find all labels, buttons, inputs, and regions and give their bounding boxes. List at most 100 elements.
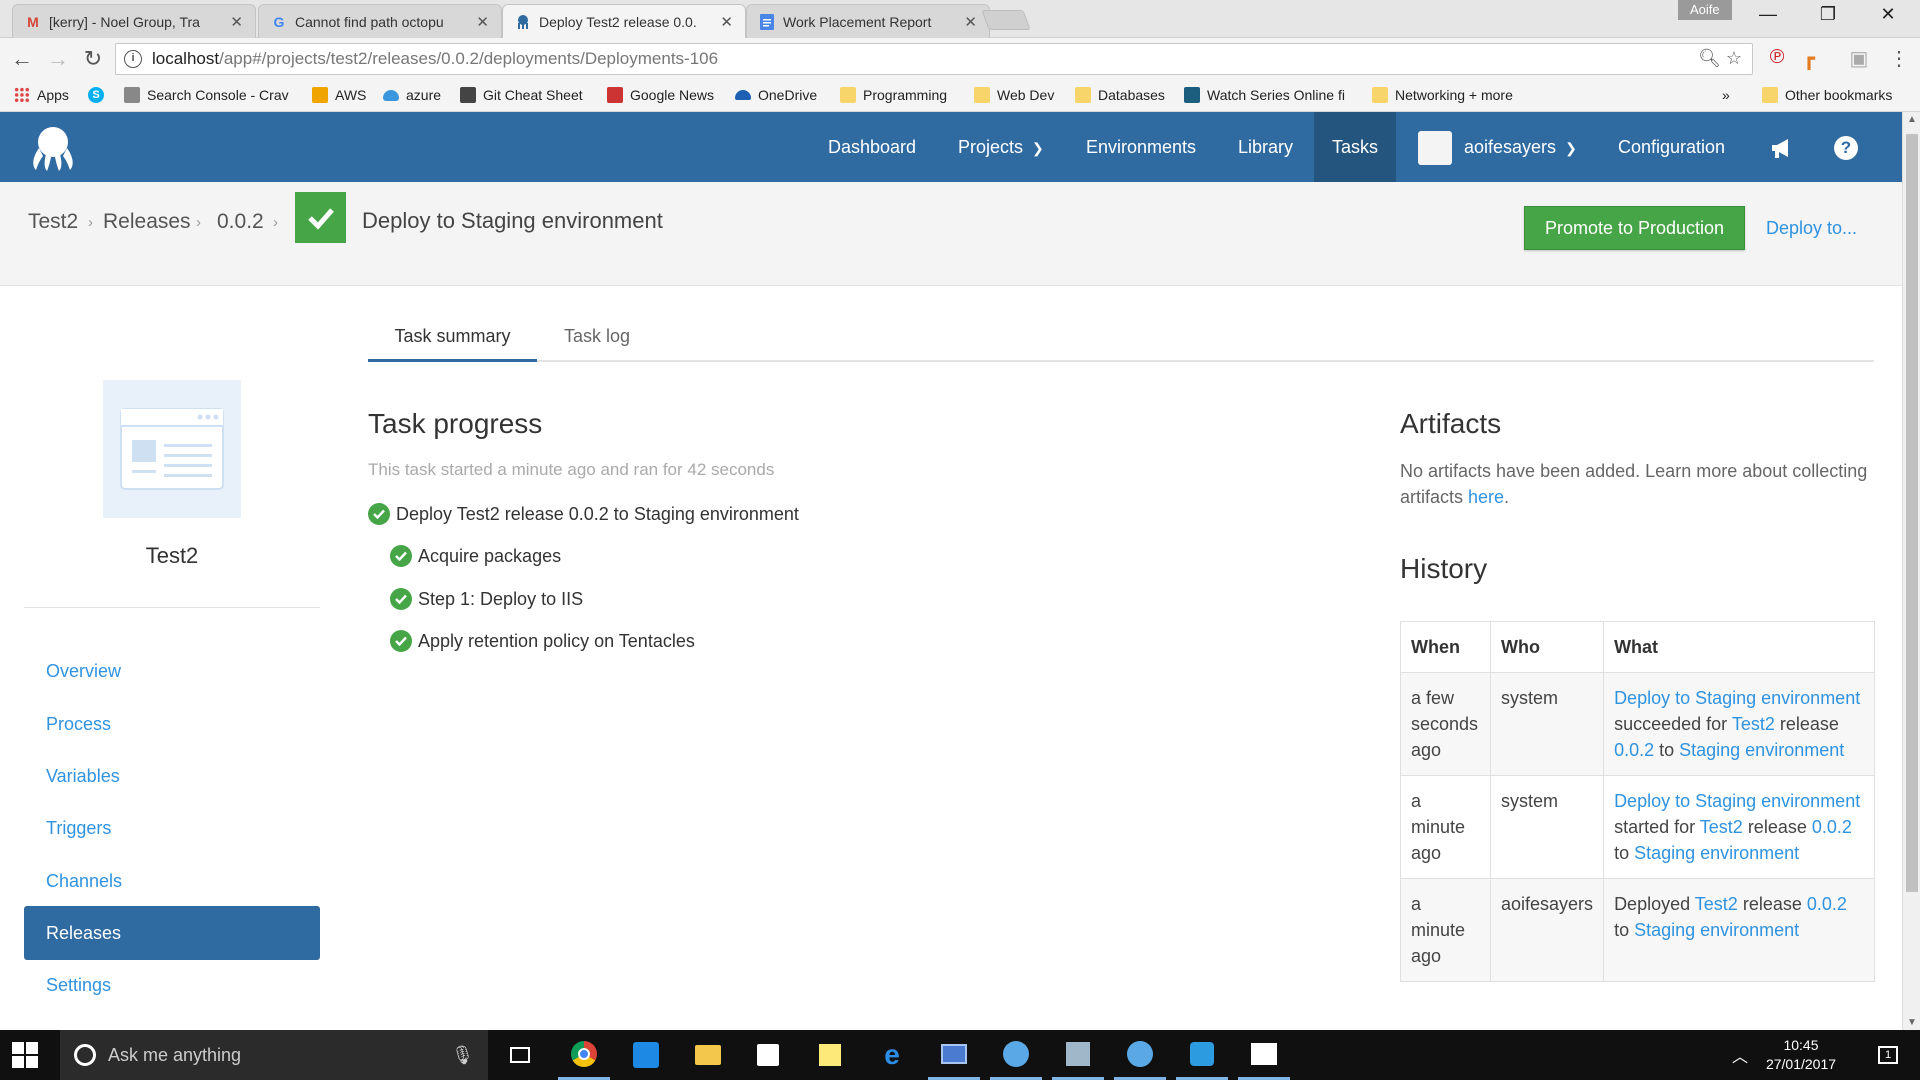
history-link[interactable]: 0.0.2 [1812,817,1852,837]
reload-icon[interactable]: ↻ [79,46,107,72]
tab-task-summary[interactable]: Task summary [368,314,537,362]
scroll-up-icon[interactable]: ▲ [1903,114,1920,125]
bookmark-skype[interactable]: S [88,87,111,103]
help-icon[interactable]: ? [1816,112,1876,182]
system-clock[interactable]: 10:45 27/01/2017 [1756,1036,1846,1074]
notifications-icon[interactable]: 1 [1862,1030,1914,1080]
task-step[interactable]: Apply retention policy on Tentacles [390,630,695,652]
bookmark-folder[interactable]: Programming [840,87,947,103]
paint-icon[interactable] [1176,1030,1228,1080]
close-icon[interactable]: ✕ [964,13,977,31]
menu-icon[interactable]: ⋮ [1886,46,1912,71]
bookmark-apps[interactable]: Apps [14,87,69,103]
sidebar-item-releases[interactable]: Releases [24,906,320,960]
bookmark[interactable]: Git Cheat Sheet [460,87,583,103]
scrollbar-thumb[interactable] [1906,134,1918,892]
artifacts-help-link[interactable]: here [1468,487,1504,507]
browser-tab[interactable]: Work Placement Report ✕ [746,4,990,38]
history-link[interactable]: Test2 [1732,714,1775,734]
chrome-icon[interactable] [558,1030,610,1080]
new-tab-button[interactable] [981,10,1031,30]
bookmark[interactable]: azure [383,87,441,103]
address-bar[interactable]: i localhost/app#/projects/test2/releases… [115,43,1753,75]
deploy-to-link[interactable]: Deploy to... [1766,218,1857,239]
microphone-icon[interactable]: 🎙︎ [451,1045,474,1066]
sidebar-item-settings[interactable]: Settings [24,959,320,1011]
breadcrumb-releases[interactable]: Releases [103,210,191,234]
tab-task-log[interactable]: Task log [537,314,657,362]
back-icon[interactable]: ← [8,46,36,72]
minimize-icon[interactable]: — [1740,4,1796,25]
blue-app-icon[interactable] [620,1030,672,1080]
history-link[interactable]: Staging environment [1634,920,1799,940]
bookmark-folder[interactable]: Networking + more [1372,87,1513,103]
bookmark[interactable]: Google News [607,87,714,103]
sidebar-item-channels[interactable]: Channels [24,855,320,907]
bookmark-star-icon[interactable]: 🔍︎ ☆ [1698,48,1742,69]
bookmark[interactable]: Search Console - Crav [124,87,315,103]
bookmark-folder[interactable]: Web Dev [974,87,1054,103]
cortana-search[interactable]: Ask me anything 🎙︎ [60,1030,488,1080]
megaphone-icon[interactable] [1752,112,1812,182]
edge-icon[interactable]: e [866,1030,918,1080]
nav-user-menu[interactable]: aoifesayers ❯ [1400,112,1595,182]
extension-icon[interactable]: ▣ [1846,46,1872,71]
browser-tab[interactable]: G Cannot find path octopu ✕ [258,4,502,38]
history-link[interactable]: Deploy to Staging environment [1614,688,1860,708]
task-step-root[interactable]: Deploy Test2 release 0.0.2 to Staging en… [368,503,799,525]
history-link[interactable]: 0.0.2 [1807,894,1847,914]
nav-dashboard[interactable]: Dashboard [810,112,934,182]
octopus-logo-icon[interactable] [28,124,78,172]
octopus-tentacle-icon[interactable] [990,1030,1042,1080]
page-scrollbar[interactable]: ▲ ▼ [1902,112,1920,1030]
history-link[interactable]: Test2 [1700,817,1743,837]
nav-tasks[interactable]: Tasks [1314,112,1396,182]
octopus-server-icon[interactable] [1114,1030,1166,1080]
windows-start-icon[interactable] [12,1042,38,1068]
window-close-icon[interactable]: ✕ [1860,4,1916,25]
close-icon[interactable]: ✕ [476,13,489,31]
history-link[interactable]: Test2 [1695,894,1738,914]
nav-library[interactable]: Library [1220,112,1311,182]
bookmark[interactable]: Watch Series Online fi [1184,87,1347,103]
task-view-icon[interactable] [494,1030,546,1080]
pinterest-icon[interactable]: ℗ [1764,46,1790,69]
bookmarks-overflow[interactable]: » [1722,87,1730,103]
history-link[interactable]: 0.0.2 [1614,740,1654,760]
forward-icon[interactable]: → [44,46,72,72]
scroll-down-icon[interactable]: ▼ [1903,1017,1920,1028]
close-icon[interactable]: ✕ [720,13,733,31]
sticky-notes-icon[interactable] [804,1030,856,1080]
sidebar-item-variables[interactable]: Variables [24,750,320,802]
breadcrumb-project[interactable]: Test2 [28,210,78,234]
bookmark[interactable]: AWS [312,87,366,103]
package-icon[interactable] [1052,1030,1104,1080]
task-step[interactable]: Step 1: Deploy to IIS [390,588,583,610]
profile-badge[interactable]: Aoife [1678,0,1732,20]
extension-icon[interactable]: ┏ [1796,46,1822,71]
restore-icon[interactable]: ❐ [1800,4,1856,25]
sidebar-item-process[interactable]: Process [24,698,320,750]
history-link[interactable]: Deploy to Staging environment [1614,791,1860,811]
nav-projects[interactable]: Projects ❯ [940,112,1062,182]
nav-configuration[interactable]: Configuration [1600,112,1743,182]
promote-button[interactable]: Promote to Production [1524,206,1745,250]
bookmark-folder[interactable]: Databases [1075,87,1165,103]
history-link[interactable]: Staging environment [1634,843,1799,863]
history-link[interactable]: Staging environment [1679,740,1844,760]
file-explorer-icon[interactable] [682,1030,734,1080]
other-bookmarks[interactable]: Other bookmarks [1762,87,1892,103]
sidebar-item-triggers[interactable]: Triggers [24,802,320,854]
remote-desktop-icon[interactable] [928,1030,980,1080]
task-step[interactable]: Acquire packages [390,545,561,567]
breadcrumb-version[interactable]: 0.0.2 [217,210,264,234]
browser-tab-active[interactable]: Deploy Test2 release 0.0. ✕ [502,4,746,39]
bookmark[interactable]: OneDrive [735,87,817,103]
photos-icon[interactable] [1238,1030,1290,1080]
info-icon[interactable]: i [124,50,142,68]
close-icon[interactable]: ✕ [230,13,243,31]
browser-tab[interactable]: M [kerry] - Noel Group, Tra ✕ [12,4,256,38]
store-icon[interactable] [742,1030,794,1080]
sidebar-item-overview[interactable]: Overview [24,645,320,697]
nav-environments[interactable]: Environments [1068,112,1214,182]
